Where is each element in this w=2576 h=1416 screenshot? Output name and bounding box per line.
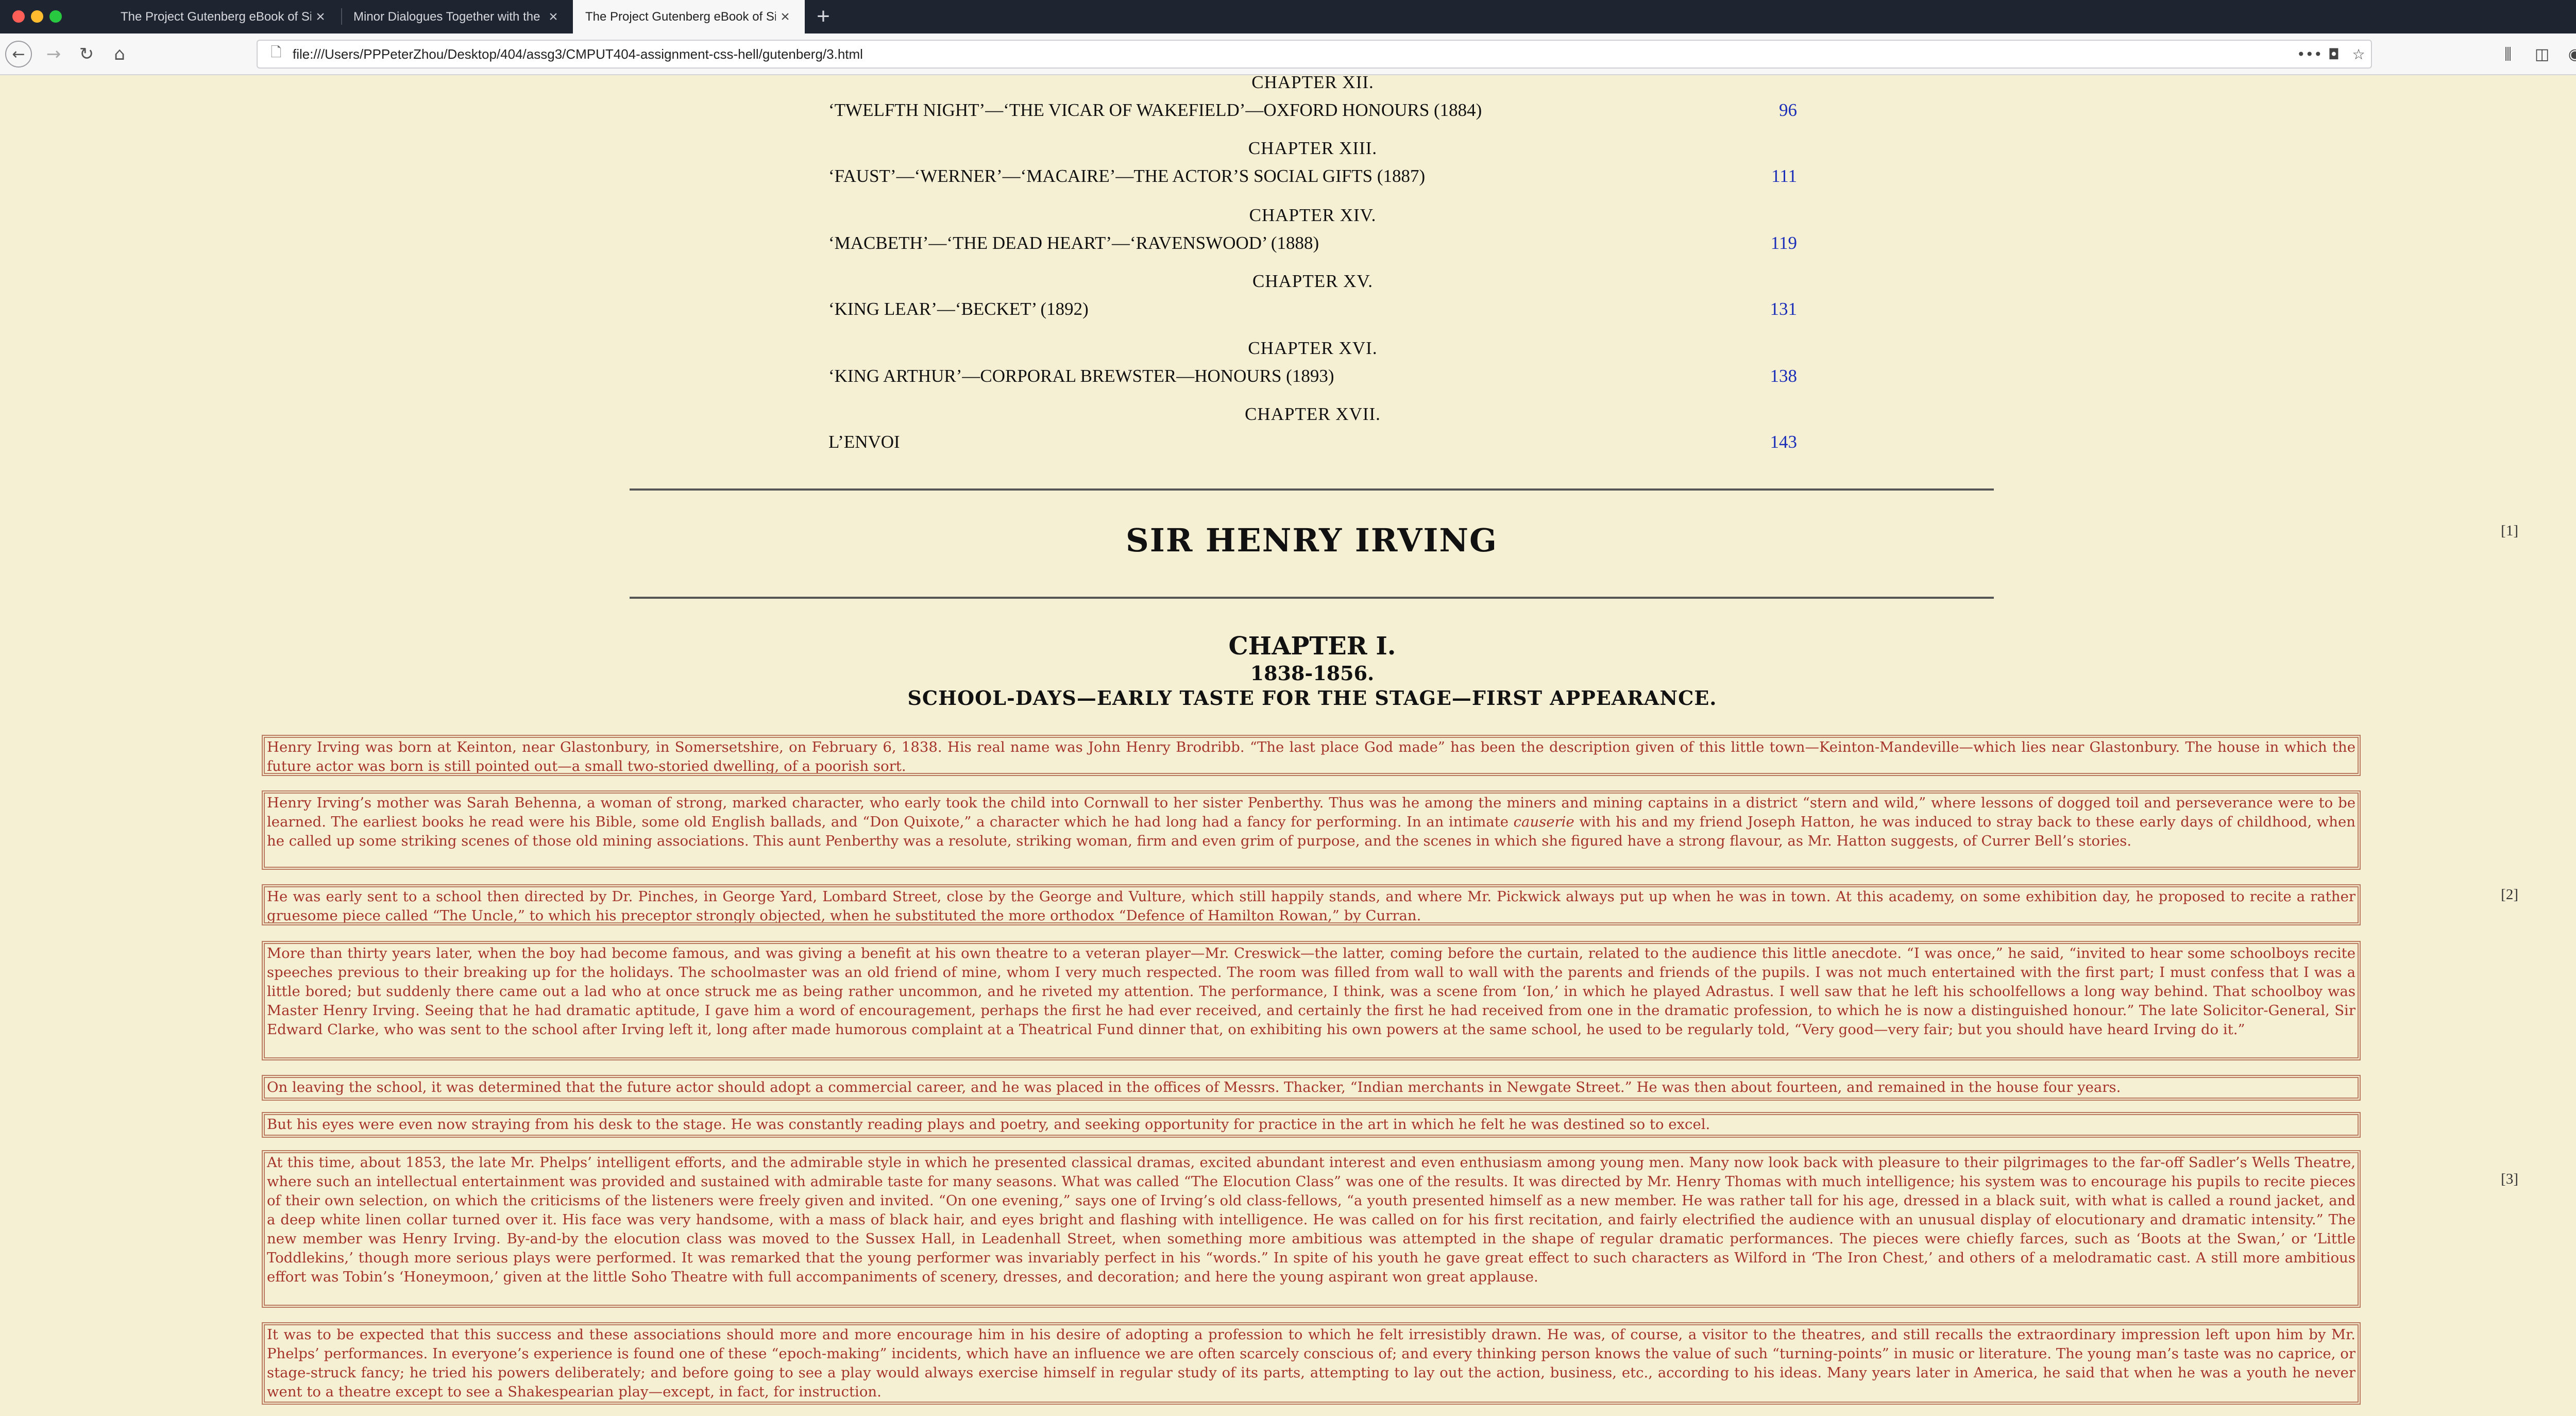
paragraph-6: But his eyes were even now straying from… [262, 1112, 2361, 1138]
forward-button[interactable]: → [40, 41, 67, 68]
window-close-button[interactable] [12, 10, 25, 23]
toc-chapter-heading: CHAPTER XVI. [1248, 338, 1378, 358]
sidebar-button[interactable]: ◫ [2529, 41, 2555, 68]
tab-bar: The Project Gutenberg eBook of Si × Mino… [0, 0, 2576, 33]
tab-title: Minor Dialogues Together with the [353, 9, 540, 24]
toc-page-link[interactable]: 119 [1771, 233, 1797, 254]
horizontal-rule [630, 597, 1994, 599]
url-text[interactable]: file:///Users/PPPeterZhou/Desktop/404/as… [293, 46, 2297, 62]
toc-page-link[interactable]: 111 [1771, 166, 1797, 187]
account-icon: ◉ [2568, 45, 2576, 63]
toc-entry-title: L’ENVOI [828, 432, 900, 452]
toc-entry-title: ‘TWELFTH NIGHT’—‘THE VICAR OF WAKEFIELD’… [828, 100, 1482, 120]
chapter-title: CHAPTER I. [1228, 632, 1396, 661]
toc-entry-title: ‘KING LEAR’—‘BECKET’ (1892) [828, 299, 1089, 319]
library-button[interactable]: ⫼ [2495, 41, 2521, 68]
toc-entry-title: ‘KING ARTHUR’—CORPORAL BREWSTER—HONOURS … [828, 366, 1334, 386]
toc-page-link[interactable]: 96 [1779, 100, 1797, 121]
close-icon[interactable]: × [544, 8, 563, 26]
book-title: SIR HENRY IRVING [1126, 521, 1498, 559]
pocket-icon[interactable]: ◘ [2321, 46, 2346, 63]
sidebar-icon: ◫ [2534, 45, 2550, 63]
page-icon: 🗋 [270, 45, 282, 60]
paragraph-5: On leaving the school, it was determined… [262, 1075, 2361, 1101]
paragraph-3: He was early sent to a school then direc… [262, 884, 2361, 925]
paragraph-4: More than thirty years later, when the b… [262, 941, 2361, 1060]
toc-entry-title: ‘FAUST’—‘WERNER’—‘MACAIRE’—THE ACTOR’S S… [828, 166, 1426, 186]
toc-chapter-heading: CHAPTER XVII. [1245, 404, 1381, 424]
chapter-subtitle: SCHOOL-DAYS—EARLY TASTE FOR THE STAGE—FI… [907, 686, 1717, 710]
window-minimize-button[interactable] [31, 10, 43, 23]
page-marker-1[interactable]: [1] [2501, 522, 2518, 540]
close-icon[interactable]: × [776, 8, 794, 26]
toc-entry-title: ‘MACBETH’—‘THE DEAD HEART’—‘RAVENSWOOD’ … [828, 233, 1319, 253]
emphasis-text: causerie [1513, 814, 1574, 830]
page-marker-2[interactable]: [2] [2501, 886, 2518, 903]
horizontal-rule [630, 488, 1994, 491]
page-content: CHAPTER XII. ‘TWELFTH NIGHT’—‘THE VICAR … [0, 75, 2576, 1416]
close-icon[interactable]: × [311, 8, 330, 26]
tab-title: The Project Gutenberg eBook of Si [585, 9, 776, 24]
page-actions-icon[interactable]: ••• [2297, 46, 2323, 63]
chapter-years: 1838-1856. [1250, 662, 1375, 685]
bookmark-star-icon[interactable]: ☆ [2346, 46, 2371, 63]
toc-chapter-heading: CHAPTER XV. [1252, 271, 1373, 291]
paragraph-8: It was to be expected that this success … [262, 1322, 2361, 1405]
tab-3-active[interactable]: The Project Gutenberg eBook of Si × [573, 0, 805, 33]
account-button[interactable]: ◉ [2562, 41, 2576, 68]
paragraph-2: Henry Irving’s mother was Sarah Behenna,… [262, 790, 2361, 870]
tab-1[interactable]: The Project Gutenberg eBook of Si × [108, 0, 340, 33]
page-marker-3[interactable]: [3] [2501, 1171, 2518, 1188]
address-bar[interactable]: 🗋 file:///Users/PPPeterZhou/Desktop/404/… [257, 40, 2372, 69]
toc-page-link[interactable]: 143 [1770, 432, 1798, 452]
toc-chapter-heading: CHAPTER XIV. [1249, 205, 1377, 225]
new-tab-button[interactable]: + [810, 3, 837, 30]
navigation-toolbar: ← → ↻ ⌂ 🗋 file:///Users/PPPeterZhou/Desk… [0, 33, 2576, 75]
paragraph-1: Henry Irving was born at Keinton, near G… [262, 735, 2361, 776]
arrow-left-icon: ← [12, 45, 25, 63]
reload-icon: ↻ [79, 44, 94, 64]
tab-2[interactable]: Minor Dialogues Together with the × [341, 0, 573, 33]
toc-chapter-heading: CHAPTER XIII. [1248, 138, 1378, 158]
library-icon: ⫼ [2504, 45, 2512, 63]
toc-chapter-heading: CHAPTER XII. [1251, 75, 1374, 92]
home-button[interactable]: ⌂ [106, 41, 133, 68]
tab-title: The Project Gutenberg eBook of Si [121, 9, 311, 24]
window-zoom-button[interactable] [49, 10, 62, 23]
reload-button[interactable]: ↻ [73, 41, 100, 68]
back-button[interactable]: ← [5, 41, 32, 68]
arrow-right-icon: → [46, 44, 61, 64]
paragraph-7: At this time, about 1853, the late Mr. P… [262, 1150, 2361, 1308]
home-icon: ⌂ [114, 44, 125, 64]
toc-page-link[interactable]: 138 [1770, 366, 1798, 386]
toc-page-link[interactable]: 131 [1770, 299, 1798, 319]
